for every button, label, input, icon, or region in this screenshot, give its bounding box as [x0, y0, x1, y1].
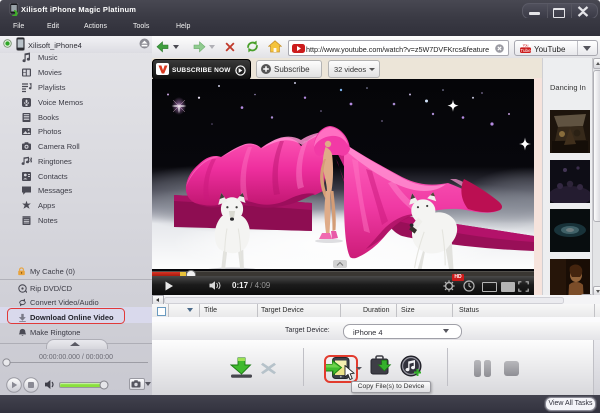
svg-text:You: You [523, 43, 529, 47]
svg-text:Tube: Tube [520, 48, 531, 53]
